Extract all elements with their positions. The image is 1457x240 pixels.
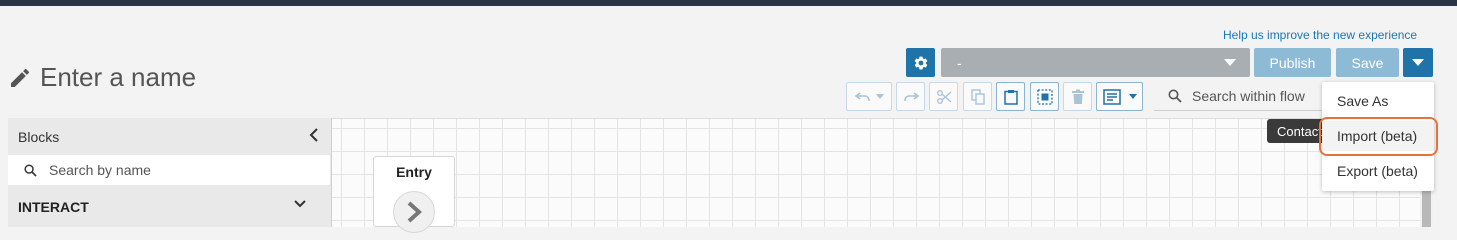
help-improve-link[interactable]: Help us improve the new experience	[1223, 28, 1417, 42]
caret-down-icon	[1224, 59, 1236, 66]
chevron-down-icon[interactable]	[293, 198, 307, 210]
save-menu-toggle-button[interactable]	[1403, 48, 1433, 77]
blocks-sidebar: Blocks Search by name INTERACT	[8, 118, 332, 227]
clipboard-icon	[1003, 89, 1018, 105]
undo-button[interactable]	[846, 82, 892, 111]
menu-item-export[interactable]: Export (beta)	[1322, 156, 1434, 186]
flow-name-row[interactable]: Enter a name	[8, 62, 196, 93]
canvas-scrollbar-thumb[interactable]	[1422, 190, 1431, 227]
select-all-icon	[1036, 88, 1053, 105]
select-all-button[interactable]	[1030, 82, 1059, 111]
gear-icon	[914, 56, 927, 69]
search-icon	[24, 163, 37, 177]
undo-icon	[854, 91, 870, 101]
delete-button[interactable]	[1063, 82, 1092, 111]
pencil-icon	[11, 68, 30, 87]
menu-item-save-as[interactable]: Save As	[1322, 86, 1434, 116]
flow-canvas[interactable]	[332, 118, 1420, 227]
caret-down-icon[interactable]	[875, 94, 884, 99]
notes-icon	[1102, 88, 1121, 105]
section-interact-label[interactable]: INTERACT	[18, 199, 89, 215]
copy-icon	[970, 88, 985, 105]
highlight-annotation	[1319, 117, 1438, 156]
flow-search-placeholder: Search within flow	[1192, 88, 1305, 104]
entry-node-port[interactable]	[393, 191, 435, 233]
paste-button[interactable]	[996, 82, 1025, 111]
tooltip: Contact	[1267, 119, 1327, 143]
cut-button[interactable]	[929, 82, 958, 111]
trash-icon	[1071, 89, 1084, 104]
publish-button[interactable]: Publish	[1254, 48, 1331, 77]
chevron-right-icon	[407, 201, 422, 223]
entry-node-title: Entry	[396, 164, 432, 180]
chevron-left-icon[interactable]	[308, 127, 320, 143]
top-bar	[0, 0, 1457, 6]
redo-icon	[903, 91, 919, 101]
flow-name-field[interactable]: Enter a name	[40, 62, 196, 93]
scissors-icon	[936, 89, 951, 104]
block-search-input[interactable]: Search by name	[8, 155, 330, 185]
copy-button[interactable]	[963, 82, 992, 111]
version-select-value: -	[957, 54, 962, 71]
settings-button[interactable]	[906, 48, 935, 77]
caret-down-icon	[1412, 59, 1424, 66]
caret-down-icon[interactable]	[1128, 94, 1137, 99]
save-button[interactable]: Save	[1336, 48, 1399, 77]
block-search-placeholder: Search by name	[49, 162, 151, 178]
search-icon	[1168, 89, 1182, 103]
entry-node[interactable]: Entry	[373, 156, 455, 233]
flow-search-input[interactable]: Search within flow	[1154, 82, 1322, 111]
blocks-title: Blocks	[18, 129, 60, 145]
version-select[interactable]: -	[941, 48, 1250, 77]
notes-button[interactable]	[1096, 82, 1143, 111]
redo-button[interactable]	[896, 82, 925, 111]
